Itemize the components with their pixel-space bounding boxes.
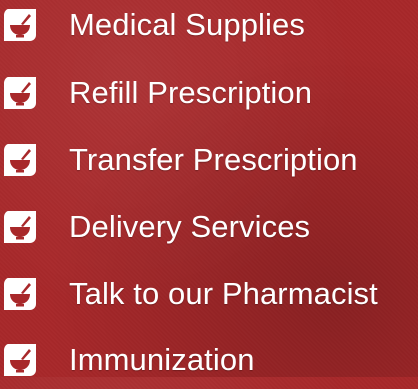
mortar-pestle-icon [4,77,36,109]
menu-item-label: Refill Prescription [69,75,313,110]
pharmacy-menu: Medical Supplies Refill Prescription Tra… [0,0,418,377]
menu-item-label: Delivery Services [69,209,311,244]
menu-item-label: Talk to our Pharmacist [69,276,378,311]
mortar-pestle-icon [4,278,36,310]
mortar-pestle-icon [4,9,36,41]
menu-item-immunization[interactable]: Immunization [0,331,418,389]
menu-item-refill-prescription[interactable]: Refill Prescription [0,64,418,122]
menu-item-talk-to-pharmacist[interactable]: Talk to our Pharmacist [0,265,418,323]
menu-item-delivery-services[interactable]: Delivery Services [0,198,418,256]
menu-item-transfer-prescription[interactable]: Transfer Prescription [0,131,418,189]
mortar-pestle-icon [4,211,36,243]
menu-item-label: Transfer Prescription [69,142,358,177]
menu-item-label: Medical Supplies [69,7,305,42]
mortar-pestle-icon [4,344,36,376]
mortar-pestle-icon [4,144,36,176]
menu-item-medical-supplies[interactable]: Medical Supplies [0,0,418,54]
menu-item-label: Immunization [69,342,255,377]
